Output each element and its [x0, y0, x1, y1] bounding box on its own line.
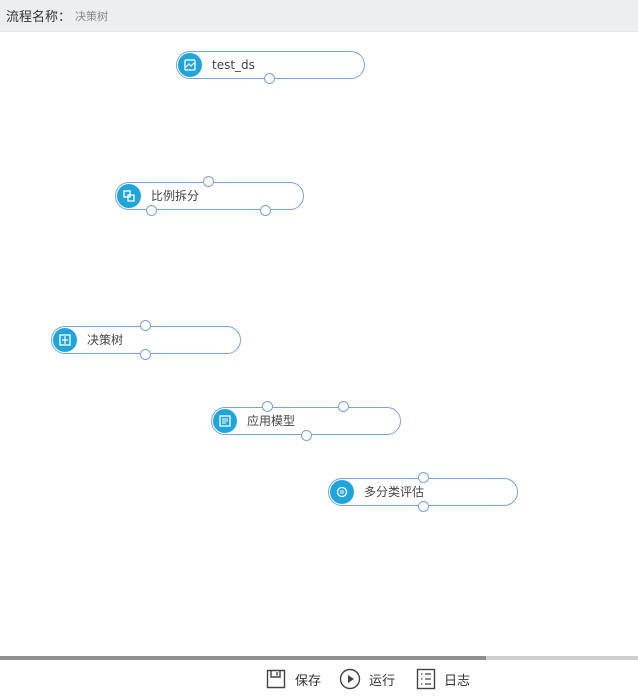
output-port[interactable] [140, 349, 151, 360]
apply-model-icon [213, 409, 237, 433]
node-apply-model[interactable]: 应用模型 [211, 401, 401, 441]
node-ratio-split[interactable]: 比例拆分 [115, 176, 304, 216]
node-label: 应用模型 [247, 414, 296, 428]
scrollbar-thumb[interactable] [0, 656, 486, 660]
save-button[interactable]: 保存 [265, 667, 321, 691]
node-label: test_ds [212, 58, 255, 72]
tree-icon [53, 328, 77, 352]
output-port-2[interactable] [260, 205, 271, 216]
horizontal-scrollbar[interactable] [0, 656, 638, 660]
node-label: 多分类评估 [364, 485, 425, 499]
save-icon [265, 668, 287, 690]
node-multiclass-eval[interactable]: 多分类评估 [328, 472, 518, 512]
input-port-2[interactable] [338, 401, 349, 412]
run-label: 运行 [369, 673, 396, 689]
flow-name-value: 决策树 [75, 9, 109, 23]
log-button[interactable]: 日志 [416, 667, 470, 691]
output-port-1[interactable] [146, 205, 157, 216]
node-label: 比例拆分 [151, 189, 200, 203]
output-port[interactable] [301, 430, 312, 441]
input-port[interactable] [418, 472, 429, 483]
output-port[interactable] [418, 501, 429, 512]
output-port[interactable] [264, 73, 275, 84]
flow-header: 流程名称： 决策树 [0, 0, 638, 32]
dataset-icon [178, 53, 202, 77]
log-label: 日志 [444, 673, 471, 689]
flow-name-label: 流程名称： [6, 10, 72, 25]
toolbar-footer: 保存 运行 日志 [0, 662, 638, 698]
input-port[interactable] [203, 176, 214, 187]
evaluate-icon [330, 480, 354, 504]
split-icon [117, 184, 141, 208]
play-icon [339, 668, 361, 690]
input-port-1[interactable] [262, 401, 273, 412]
flow-canvas[interactable]: test_ds 比例拆分 决策树 应用模型 多分类评估 [0, 33, 638, 653]
log-list-icon [416, 668, 436, 690]
save-label: 保存 [295, 673, 322, 689]
node-label: 决策树 [87, 333, 124, 347]
node-decision-tree[interactable]: 决策树 [51, 320, 241, 360]
run-button[interactable]: 运行 [339, 667, 395, 691]
node-test-ds[interactable]: test_ds [176, 51, 365, 84]
input-port[interactable] [140, 320, 151, 331]
